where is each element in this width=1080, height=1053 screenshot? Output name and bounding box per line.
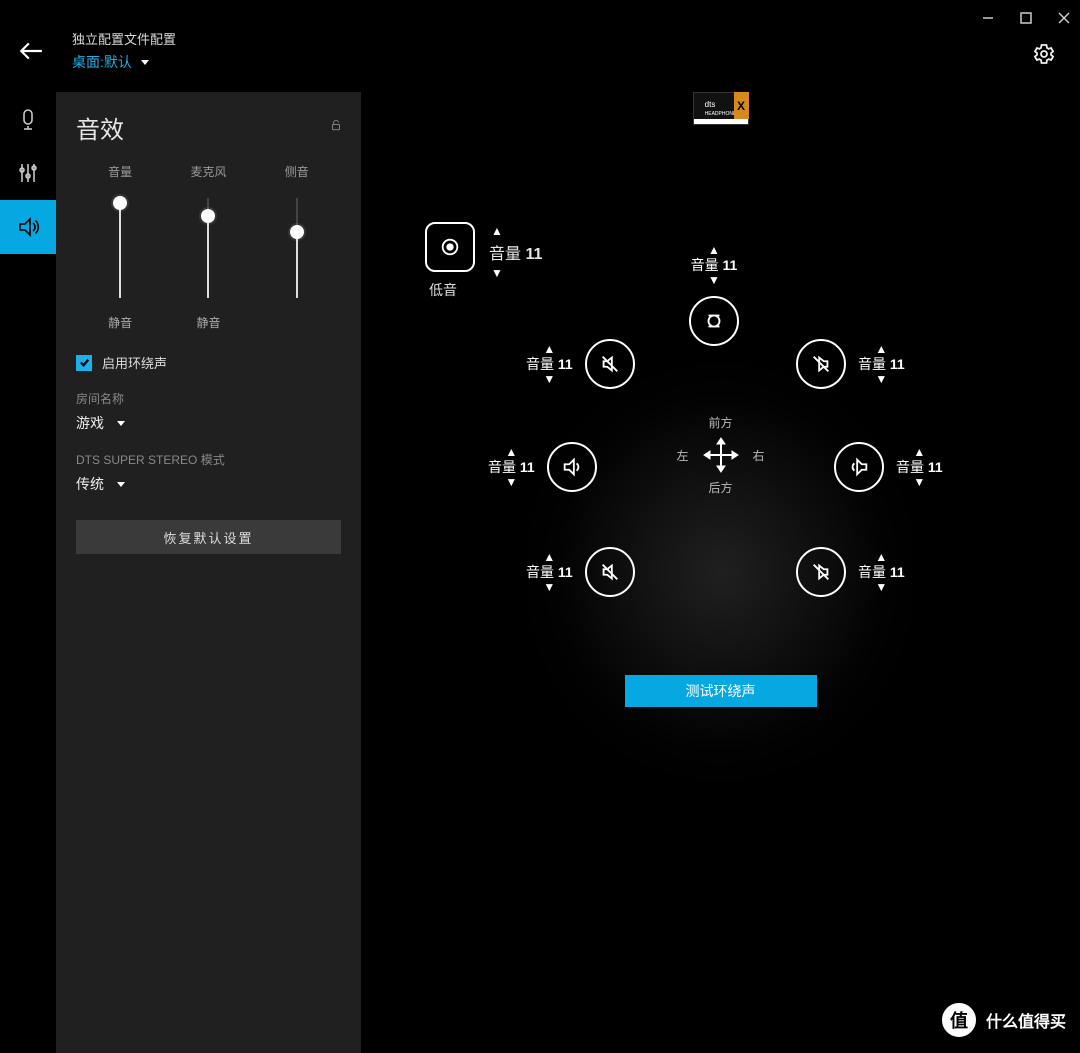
profile-selector[interactable]: 桌面: 默认: [72, 51, 176, 73]
slider-sidetone: 侧音: [253, 163, 340, 331]
center-volume-down[interactable]: ▼: [706, 272, 722, 288]
nav-equalizer[interactable]: [0, 146, 56, 200]
fr-volume-up[interactable]: ▲: [873, 341, 889, 357]
sr-volume: 音量 11: [896, 460, 943, 474]
bass-volume: 音量 11: [489, 240, 542, 264]
room-value: 游戏: [76, 413, 104, 433]
speaker-rear-right-icon[interactable]: [796, 547, 846, 597]
slider-label: 侧音: [285, 163, 309, 180]
chevron-down-icon: [116, 476, 126, 492]
bass-volume-down[interactable]: ▼: [489, 264, 542, 282]
dts-headphone-x-badge: dtsHEADPHONE X: [693, 92, 749, 125]
bass-volume-up[interactable]: ▲: [489, 222, 542, 240]
window-controls: [976, 6, 1076, 30]
speaker-side-right-icon[interactable]: [834, 442, 884, 492]
lock-icon[interactable]: [329, 118, 343, 137]
slider-label: 麦克风: [190, 163, 226, 180]
nav-sound[interactable]: [0, 200, 56, 254]
compass-rear: 后方: [676, 479, 764, 496]
panel-title: 音效: [76, 110, 341, 145]
slider-track[interactable]: [296, 198, 298, 298]
mute-toggle[interactable]: 静音: [108, 314, 132, 331]
speaker-front-right-icon[interactable]: [796, 339, 846, 389]
minimize-button[interactable]: [976, 6, 1000, 30]
compass-left: 左: [676, 447, 688, 464]
maximize-button[interactable]: [1014, 6, 1038, 30]
sr-volume-up[interactable]: ▲: [911, 444, 927, 460]
dts-mode-select[interactable]: 传统: [76, 474, 341, 494]
surround-checkbox[interactable]: [76, 355, 92, 371]
fr-volume: 音量 11: [858, 357, 905, 371]
center-volume-up[interactable]: ▲: [706, 242, 722, 258]
slider-volume: 音量 静音: [76, 163, 163, 331]
compass-front: 前方: [676, 414, 764, 431]
dts-mode-label: DTS SUPER STEREO 模式: [76, 451, 341, 468]
room-select[interactable]: 游戏: [76, 413, 341, 433]
settings-button[interactable]: [1032, 42, 1056, 71]
rl-volume-up[interactable]: ▲: [541, 549, 557, 565]
close-button[interactable]: [1052, 6, 1076, 30]
speaker-rear-left-icon[interactable]: [585, 547, 635, 597]
bass-caption: 低音: [429, 280, 457, 300]
center-volume: 音量 11: [691, 258, 738, 272]
slider-label: 音量: [108, 163, 132, 180]
rr-volume-up[interactable]: ▲: [873, 549, 889, 565]
mute-toggle[interactable]: 静音: [196, 314, 220, 331]
surround-stage: dtsHEADPHONE X ▲ 音量 11 ▼ 低音 ▲ 音量 11: [361, 92, 1080, 1053]
chevron-down-icon: [116, 415, 126, 431]
rl-volume-down[interactable]: ▼: [541, 579, 557, 595]
watermark-text: 什么值得买: [986, 1008, 1066, 1032]
sr-volume-down[interactable]: ▼: [911, 474, 927, 490]
page-title: 独立配置文件配置: [72, 30, 176, 51]
speaker-side-left-icon[interactable]: [547, 442, 597, 492]
speaker-center-icon[interactable]: [689, 296, 739, 346]
bass-icon[interactable]: [425, 222, 475, 272]
profile-value: 默认: [104, 51, 132, 73]
speaker-front-left-icon[interactable]: [585, 339, 635, 389]
move-arrows-icon[interactable]: [703, 437, 739, 473]
test-surround-button[interactable]: 测试环绕声: [625, 675, 817, 707]
nav-microphone[interactable]: [0, 92, 56, 146]
fl-volume-down[interactable]: ▼: [541, 371, 557, 387]
chevron-down-icon: [140, 51, 150, 73]
orientation-compass: 前方 左 右 后方: [676, 414, 764, 496]
profile-prefix: 桌面:: [72, 51, 104, 73]
sl-volume: 音量 11: [488, 460, 535, 474]
sl-volume-down[interactable]: ▼: [503, 474, 519, 490]
rr-volume: 音量 11: [858, 565, 905, 579]
rl-volume: 音量 11: [526, 565, 573, 579]
reset-defaults-button[interactable]: 恢复默认设置: [76, 520, 341, 554]
watermark-icon: 值: [940, 1001, 978, 1039]
compass-right: 右: [753, 447, 765, 464]
sl-volume-up[interactable]: ▲: [503, 444, 519, 460]
fr-volume-down[interactable]: ▼: [873, 371, 889, 387]
fl-volume-up[interactable]: ▲: [541, 341, 557, 357]
watermark: 值 什么值得买: [940, 1001, 1066, 1039]
room-label: 房间名称: [76, 390, 341, 407]
fl-volume: 音量 11: [526, 357, 573, 371]
slider-mic: 麦克风 静音: [165, 163, 252, 331]
slider-track[interactable]: [207, 198, 209, 298]
slider-track[interactable]: [119, 198, 121, 298]
sound-panel: 音效 音量 静音 麦克风 静音 侧音: [56, 92, 361, 1053]
back-button[interactable]: [18, 38, 44, 69]
side-nav: [0, 92, 56, 1053]
rr-volume-down[interactable]: ▼: [873, 579, 889, 595]
surround-label: 启用环绕声: [102, 353, 167, 372]
dts-value: 传统: [76, 474, 104, 494]
